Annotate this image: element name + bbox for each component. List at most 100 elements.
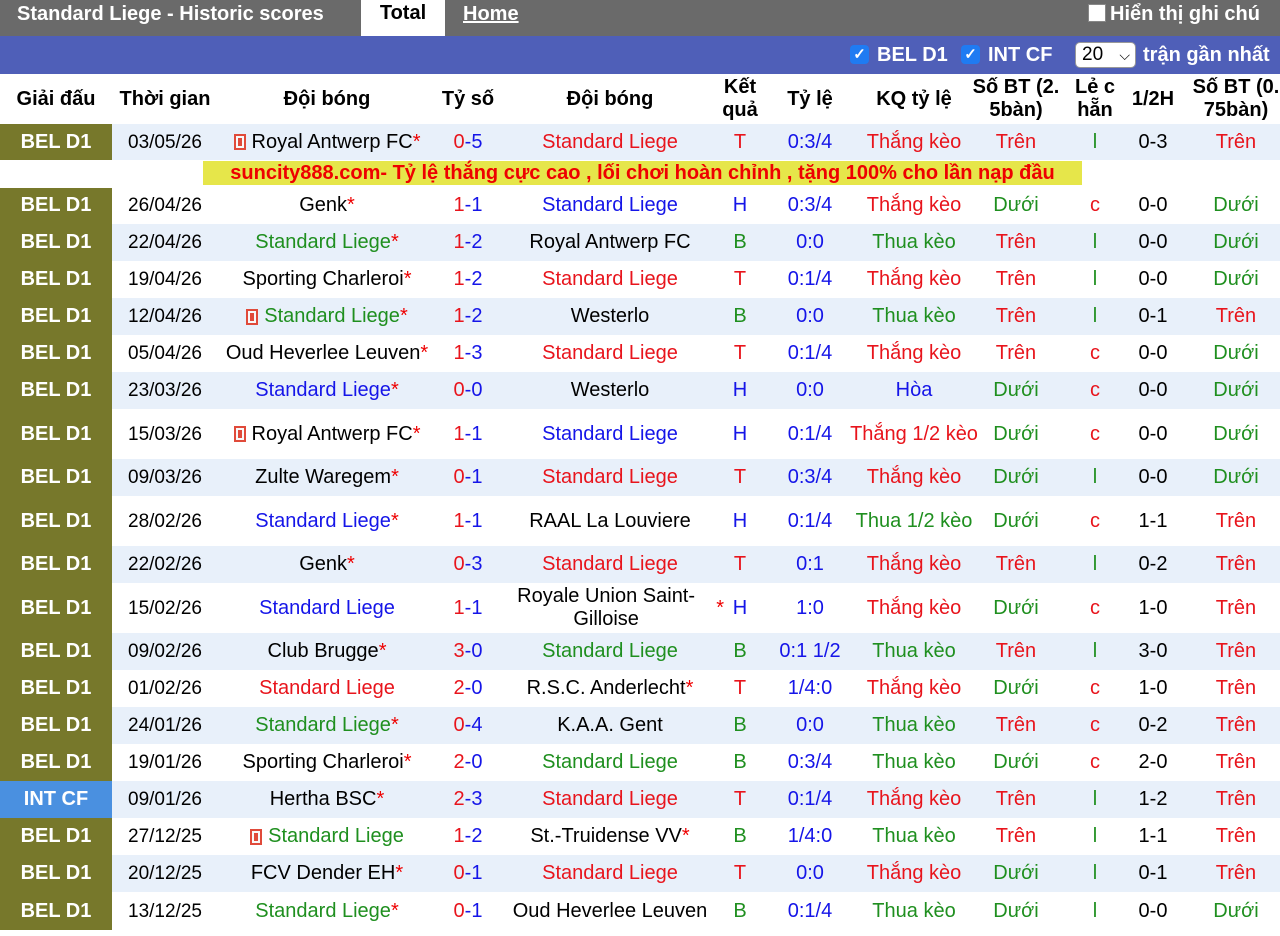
- home-team[interactable]: Hertha BSC *: [212, 781, 442, 818]
- home-team[interactable]: Sporting Charleroi *: [212, 261, 442, 298]
- score[interactable]: 1-2: [438, 298, 498, 335]
- league-badge[interactable]: BEL D1: [0, 855, 112, 892]
- home-team-name[interactable]: Standard Liege: [255, 379, 391, 402]
- home-team[interactable]: Standard Liege *: [212, 224, 442, 261]
- home-team-name[interactable]: Standard Liege: [259, 597, 395, 620]
- home-team-name[interactable]: Zulte Waregem: [255, 466, 391, 489]
- away-team-name[interactable]: Standard Liege: [542, 194, 678, 217]
- away-team-name[interactable]: R.S.C. Anderlecht: [527, 677, 686, 700]
- away-team-name[interactable]: Standard Liege: [542, 423, 678, 446]
- league-badge[interactable]: BEL D1: [0, 335, 112, 372]
- away-team[interactable]: Standard Liege: [496, 409, 724, 459]
- home-team-name[interactable]: Club Brugge: [268, 640, 379, 663]
- league-badge[interactable]: BEL D1: [0, 496, 112, 546]
- score[interactable]: 1-2: [438, 818, 498, 855]
- away-team[interactable]: Standard Liege: [496, 855, 724, 892]
- away-team[interactable]: Standard Liege: [496, 744, 724, 781]
- away-team-name[interactable]: K.A.A. Gent: [557, 714, 663, 737]
- home-team[interactable]: Genk *: [212, 187, 442, 224]
- league-badge[interactable]: BEL D1: [0, 459, 112, 496]
- home-team[interactable]: Zulte Waregem *: [212, 459, 442, 496]
- home-team[interactable]: Club Brugge *: [212, 633, 442, 670]
- home-team-name[interactable]: Genk: [299, 553, 347, 576]
- league-badge[interactable]: BEL D1: [0, 707, 112, 744]
- score[interactable]: 0-1: [438, 459, 498, 496]
- league-badge[interactable]: BEL D1: [0, 187, 112, 224]
- home-team[interactable]: Standard Liege *: [212, 496, 442, 546]
- notes-checkbox[interactable]: [1088, 4, 1106, 22]
- away-team[interactable]: Standard Liege: [496, 187, 724, 224]
- score[interactable]: 1-2: [438, 224, 498, 261]
- score[interactable]: 0-0: [438, 372, 498, 409]
- away-team-name[interactable]: Standard Liege: [542, 751, 678, 774]
- home-team[interactable]: Royal Antwerp FC *: [212, 409, 442, 459]
- score[interactable]: 0-1: [438, 892, 498, 930]
- league-badge[interactable]: BEL D1: [0, 633, 112, 670]
- away-team-name[interactable]: RAAL La Louviere: [529, 510, 691, 533]
- league-badge[interactable]: BEL D1: [0, 224, 112, 261]
- score[interactable]: 0-5: [438, 124, 498, 160]
- away-team-name[interactable]: Standard Liege: [542, 553, 678, 576]
- score[interactable]: 1-1: [438, 409, 498, 459]
- away-team[interactable]: Oud Heverlee Leuven: [496, 892, 724, 930]
- home-team-name[interactable]: Genk: [299, 194, 347, 217]
- home-team[interactable]: Standard Liege: [212, 583, 442, 633]
- away-team-name[interactable]: Standard Liege: [542, 788, 678, 811]
- score[interactable]: 3-0: [438, 633, 498, 670]
- score[interactable]: 1-3: [438, 335, 498, 372]
- league-badge[interactable]: BEL D1: [0, 546, 112, 583]
- score[interactable]: 1-1: [438, 187, 498, 224]
- away-team[interactable]: Standard Liege: [496, 261, 724, 298]
- score[interactable]: 0-4: [438, 707, 498, 744]
- home-team-name[interactable]: Standard Liege: [255, 714, 391, 737]
- away-team[interactable]: Standard Liege: [496, 124, 724, 160]
- league-badge[interactable]: BEL D1: [0, 409, 112, 459]
- int-cf-checkbox[interactable]: ✓: [961, 45, 980, 64]
- bel-d1-checkbox[interactable]: ✓: [850, 45, 869, 64]
- score[interactable]: 1-2: [438, 261, 498, 298]
- league-badge[interactable]: BEL D1: [0, 892, 112, 930]
- match-count-select[interactable]: 20 ⌵: [1075, 42, 1136, 68]
- home-team[interactable]: Standard Liege *: [212, 707, 442, 744]
- league-badge[interactable]: BEL D1: [0, 670, 112, 707]
- away-team[interactable]: Standard Liege: [496, 633, 724, 670]
- ad-banner[interactable]: suncity888.com- Tỷ lệ thắng cực cao , lố…: [203, 161, 1082, 185]
- home-team[interactable]: Sporting Charleroi *: [212, 744, 442, 781]
- league-badge[interactable]: INT CF: [0, 781, 112, 818]
- away-team[interactable]: Westerlo: [496, 298, 724, 335]
- league-badge[interactable]: BEL D1: [0, 124, 112, 160]
- home-team[interactable]: Standard Liege: [212, 670, 442, 707]
- away-team-name[interactable]: Standard Liege: [542, 342, 678, 365]
- away-team[interactable]: Royale Union Saint-Gilloise *: [496, 583, 724, 633]
- away-team-name[interactable]: Westerlo: [571, 305, 650, 328]
- home-team[interactable]: Standard Liege *: [212, 892, 442, 930]
- away-team-name[interactable]: Westerlo: [571, 379, 650, 402]
- tab-home[interactable]: Home: [463, 3, 519, 26]
- away-team-name[interactable]: Royal Antwerp FC: [529, 231, 690, 254]
- score[interactable]: 2-0: [438, 670, 498, 707]
- away-team-name[interactable]: Standard Liege: [542, 131, 678, 154]
- away-team-name[interactable]: St.-Truidense VV: [530, 825, 682, 848]
- away-team-name[interactable]: Standard Liege: [542, 640, 678, 663]
- score[interactable]: 1-1: [438, 496, 498, 546]
- home-team-name[interactable]: Royal Antwerp FC: [252, 423, 413, 446]
- tab-total[interactable]: Total: [361, 0, 445, 36]
- score[interactable]: 2-0: [438, 744, 498, 781]
- home-team[interactable]: Oud Heverlee Leuven *: [212, 335, 442, 372]
- away-team-name[interactable]: Standard Liege: [542, 862, 678, 885]
- home-team-name[interactable]: Standard Liege: [255, 231, 391, 254]
- home-team[interactable]: Standard Liege: [212, 818, 442, 855]
- home-team[interactable]: Genk *: [212, 546, 442, 583]
- home-team[interactable]: FCV Dender EH *: [212, 855, 442, 892]
- home-team-name[interactable]: Sporting Charleroi: [243, 268, 404, 291]
- home-team[interactable]: Standard Liege *: [212, 298, 442, 335]
- league-badge[interactable]: BEL D1: [0, 298, 112, 335]
- away-team[interactable]: R.S.C. Anderlecht *: [496, 670, 724, 707]
- home-team-name[interactable]: FCV Dender EH: [251, 862, 396, 885]
- away-team[interactable]: Standard Liege: [496, 459, 724, 496]
- score[interactable]: 2-3: [438, 781, 498, 818]
- score[interactable]: 1-1: [438, 583, 498, 633]
- home-team-name[interactable]: Standard Liege: [255, 900, 391, 923]
- home-team[interactable]: Royal Antwerp FC *: [212, 124, 442, 160]
- away-team[interactable]: K.A.A. Gent: [496, 707, 724, 744]
